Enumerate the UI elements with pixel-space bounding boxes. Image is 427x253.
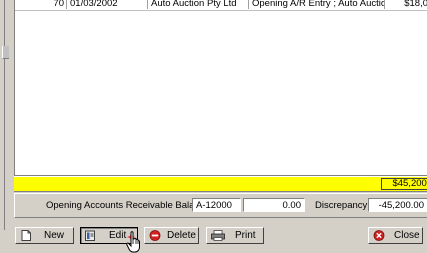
transactions-grid[interactable]: 70 01/03/2002 Auto Auction Pty Ltd Openi… [14, 0, 427, 176]
printer-icon [211, 230, 225, 241]
new-button-label: New [44, 230, 65, 241]
account-field[interactable] [192, 198, 241, 212]
row-amount: $18,0 [404, 0, 427, 9]
print-button[interactable]: Print [206, 227, 264, 244]
delete-icon [149, 230, 161, 241]
table-row[interactable]: 70 01/03/2002 Auto Auction Pty Ltd Openi… [15, 0, 427, 11]
close-icon [373, 230, 385, 241]
discrepancy-field[interactable] [368, 198, 427, 212]
balance-label: Opening Accounts Receivable Balance [46, 200, 210, 211]
row-customer: Auto Auction Pty Ltd [149, 0, 249, 9]
new-document-icon [21, 230, 31, 241]
row-number: 70 [15, 0, 67, 9]
row-date: 01/03/2002 [68, 0, 148, 9]
balance-panel: Opening Accounts Receivable Balance Disc… [14, 193, 427, 218]
frame-edge [4, 0, 5, 230]
discrepancy-label: Discrepancy [315, 200, 368, 211]
total-bar: $45,200.00 [14, 176, 427, 192]
frame-notch [2, 46, 9, 59]
print-button-label: Print [235, 230, 256, 241]
new-button[interactable]: New [15, 227, 74, 244]
edit-icon [85, 230, 95, 241]
row-description: Opening A/R Entry ; Auto Auction P [250, 0, 385, 9]
delete-button[interactable]: Delete [144, 227, 199, 244]
left-frame [0, 0, 14, 253]
total-amount: $45,200.00 [381, 178, 427, 190]
edit-button-label: Edit [109, 230, 127, 241]
delete-button-label: Delete [167, 230, 196, 241]
balance-amount-field[interactable] [243, 198, 305, 212]
close-button-label: Close [394, 230, 420, 241]
hand-cursor-icon [126, 231, 140, 253]
close-button[interactable]: Close [368, 227, 423, 244]
